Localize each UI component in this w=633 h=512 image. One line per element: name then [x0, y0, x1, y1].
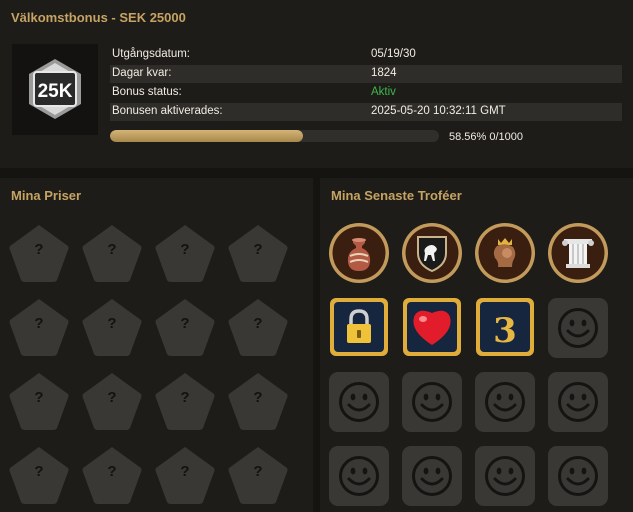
info-row-expiry: Utgångsdatum: 05/19/30	[110, 46, 622, 64]
expiry-value: 05/19/30	[371, 48, 416, 60]
padlock-trophy-icon[interactable]	[329, 297, 391, 359]
locked-trophy-slot[interactable]	[548, 298, 608, 358]
prize-slot[interactable]: ?	[8, 223, 70, 283]
prize-unknown-label: ?	[253, 241, 263, 258]
prize-slot[interactable]: ?	[8, 371, 70, 431]
prizes-panel: Mina Priser ????????????????	[0, 178, 313, 512]
prize-slot[interactable]: ?	[227, 223, 289, 283]
locked-trophy-slot[interactable]	[329, 446, 389, 506]
prize-slot[interactable]: ?	[154, 371, 216, 431]
prize-unknown-label: ?	[34, 241, 44, 258]
prize-slot[interactable]: ?	[81, 445, 143, 505]
locked-trophy-slot[interactable]	[402, 446, 462, 506]
wagering-progress-bar	[110, 130, 439, 142]
prize-slot[interactable]: ?	[227, 371, 289, 431]
prize-unknown-label: ?	[180, 389, 190, 406]
prize-slot[interactable]: ?	[227, 297, 289, 357]
trophies-title: Mina Senaste Troféer	[331, 188, 462, 203]
smiley-icon	[412, 382, 452, 422]
activated-label: Bonusen aktiverades:	[112, 105, 223, 117]
activated-value: 2025-05-20 10:32:11 GMT	[371, 105, 506, 117]
prize-unknown-label: ?	[180, 315, 190, 332]
locked-trophy-slot[interactable]	[402, 372, 462, 432]
smiley-icon	[412, 456, 452, 496]
prize-unknown-label: ?	[34, 463, 44, 480]
wagering-progress-fill	[110, 130, 303, 142]
bonus-title: Välkomstbonus - SEK 25000	[11, 10, 186, 25]
heart-trophy-icon[interactable]	[402, 297, 464, 359]
prize-unknown-label: ?	[34, 389, 44, 406]
prize-unknown-label: ?	[253, 315, 263, 332]
info-row-activated: Bonusen aktiverades: 2025-05-20 10:32:11…	[110, 103, 622, 121]
prize-unknown-label: ?	[34, 315, 44, 332]
column-trophy-icon[interactable]	[547, 222, 609, 284]
prize-slot[interactable]: ?	[154, 223, 216, 283]
horse-shield-trophy-icon[interactable]	[401, 222, 463, 284]
smiley-icon	[485, 382, 525, 422]
bonus-panel: Välkomstbonus - SEK 25000 25K Utgångsdat…	[0, 0, 633, 168]
days-left-label: Dagar kvar:	[112, 67, 172, 79]
prize-unknown-label: ?	[107, 241, 117, 258]
smiley-icon	[339, 382, 379, 422]
prize-unknown-label: ?	[253, 463, 263, 480]
smiley-icon	[558, 308, 598, 348]
wagering-progress-text: 58.56% 0/1000	[449, 131, 524, 143]
locked-trophy-slot[interactable]	[475, 446, 535, 506]
status-value: Aktiv	[371, 86, 396, 98]
number-three-trophy-icon[interactable]: 3	[475, 297, 537, 359]
smiley-icon	[339, 456, 379, 496]
svg-text:3: 3	[493, 311, 517, 351]
prize-slot[interactable]: ?	[154, 297, 216, 357]
locked-trophy-slot[interactable]	[548, 446, 608, 506]
locked-trophy-slot[interactable]	[548, 372, 608, 432]
prize-unknown-label: ?	[107, 463, 117, 480]
status-label: Bonus status:	[112, 86, 182, 98]
expiry-label: Utgångsdatum:	[112, 48, 190, 60]
prize-slot[interactable]: ?	[81, 297, 143, 357]
prize-slot[interactable]: ?	[8, 445, 70, 505]
bonus-badge-text: 25K	[38, 81, 73, 102]
prize-slot[interactable]: ?	[81, 371, 143, 431]
prize-unknown-label: ?	[107, 389, 117, 406]
prize-unknown-label: ?	[180, 463, 190, 480]
info-row-days-left: Dagar kvar: 1824	[110, 65, 622, 83]
locked-trophy-slot[interactable]	[329, 372, 389, 432]
vase-trophy-icon[interactable]	[328, 222, 390, 284]
prize-slot[interactable]: ?	[154, 445, 216, 505]
prize-slot[interactable]: ?	[8, 297, 70, 357]
bonus-badge: 25K	[12, 44, 98, 135]
bonus-badge-icon: 25K	[29, 59, 81, 119]
smiley-icon	[558, 382, 598, 422]
prize-slot[interactable]: ?	[227, 445, 289, 505]
smiley-icon	[485, 456, 525, 496]
prize-slot[interactable]: ?	[81, 223, 143, 283]
prize-unknown-label: ?	[180, 241, 190, 258]
prize-unknown-label: ?	[107, 315, 117, 332]
info-row-status: Bonus status: Aktiv	[110, 84, 622, 102]
locked-trophy-slot[interactable]	[475, 372, 535, 432]
days-left-value: 1824	[371, 67, 397, 79]
queen-trophy-icon[interactable]	[474, 222, 536, 284]
trophies-panel: Mina Senaste Troféer 3	[320, 178, 633, 512]
smiley-icon	[558, 456, 598, 496]
prizes-title: Mina Priser	[11, 188, 82, 203]
prize-unknown-label: ?	[253, 389, 263, 406]
